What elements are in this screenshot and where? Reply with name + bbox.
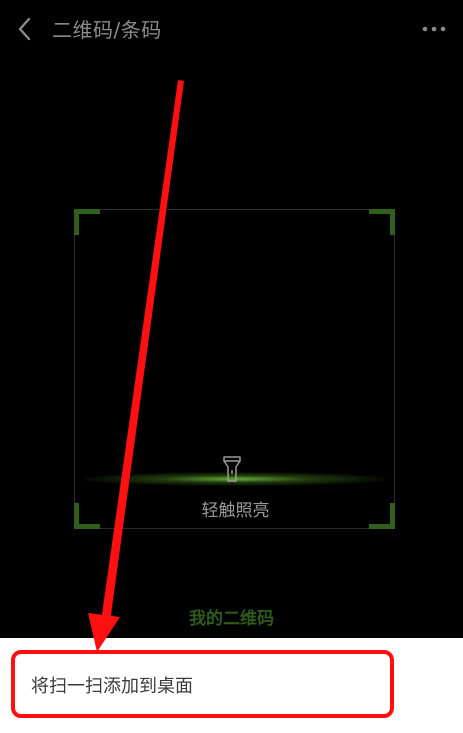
scan-viewfinder: 轻触照亮: [74, 209, 395, 529]
add-to-desktop-label: 将扫一扫添加到桌面: [31, 676, 193, 697]
more-button[interactable]: [419, 18, 449, 40]
my-qr-code-link[interactable]: 我的二维码: [0, 604, 463, 629]
chevron-left-icon: [18, 17, 31, 41]
add-to-desktop-option[interactable]: 将扫一扫添加到桌面: [11, 650, 394, 718]
back-button[interactable]: [10, 14, 40, 44]
viewfinder-corner-top-right: [369, 209, 395, 235]
top-bar: 二维码/条码: [0, 0, 463, 58]
page-title: 二维码/条码: [52, 18, 162, 42]
flashlight-icon[interactable]: [221, 454, 243, 484]
qr-scanner-screen: 二维码/条码 轻触照亮 我的二维码 将扫一扫添加到桌面: [0, 0, 463, 733]
flashlight-label[interactable]: 轻触照亮: [75, 496, 396, 521]
bottom-sheet: 将扫一扫添加到桌面: [0, 638, 463, 733]
more-dots-icon: [422, 26, 446, 32]
viewfinder-corner-top-left: [74, 209, 100, 235]
